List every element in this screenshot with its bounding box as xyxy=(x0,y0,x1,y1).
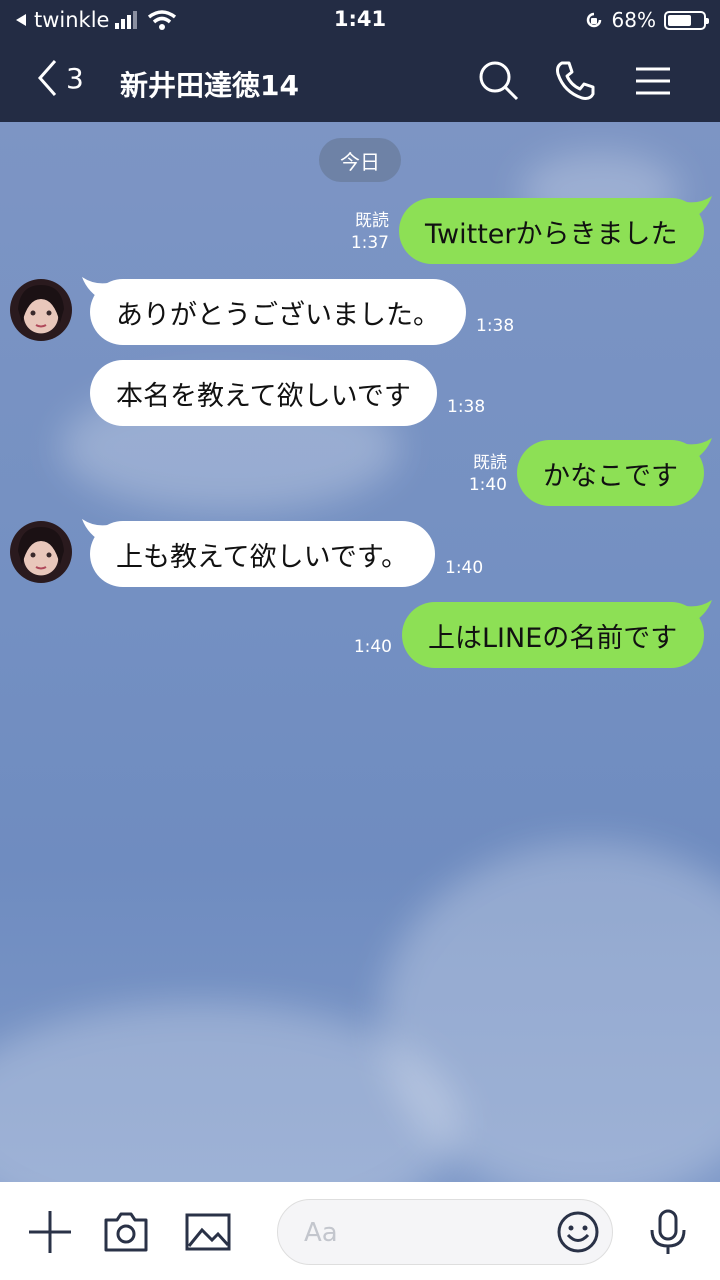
chat-area[interactable]: 今日 Twitterからきました 既読 1:37 ありがとうございました。 1:38 本名… xyxy=(0,122,720,1182)
avatar-face-icon xyxy=(18,285,64,328)
message-time: 1:40 xyxy=(468,475,507,495)
date-divider: 今日 xyxy=(319,138,401,182)
contact-avatar[interactable] xyxy=(10,521,72,583)
incoming-message[interactable]: 上も教えて欲しいです。 xyxy=(90,521,435,587)
message-time: 1:40 xyxy=(445,558,484,578)
message-meta: 1:38 xyxy=(476,315,514,337)
battery-fill xyxy=(668,14,691,26)
phone-icon[interactable] xyxy=(552,58,598,104)
contact-avatar[interactable] xyxy=(10,279,72,341)
image-icon[interactable] xyxy=(184,1208,232,1256)
message-meta: 既読 1:40 xyxy=(469,452,507,496)
bubble-tail xyxy=(686,196,712,220)
battery-percent: 68% xyxy=(611,8,656,32)
plus-icon[interactable] xyxy=(26,1208,74,1256)
status-bar: twinkle 1:41 68% xyxy=(0,0,720,40)
unread-count: 3 xyxy=(66,61,84,95)
message-input-container[interactable] xyxy=(277,1199,613,1265)
message-meta: 既読 1:37 xyxy=(351,210,389,254)
read-receipt: 既読 xyxy=(473,453,507,473)
background-cloud xyxy=(380,842,720,1182)
message-time: 1:38 xyxy=(476,316,515,336)
incoming-message[interactable]: ありがとうございました。 xyxy=(90,279,466,345)
message-time: 1:38 xyxy=(447,397,486,417)
orientation-lock-icon xyxy=(586,12,601,28)
outgoing-message[interactable]: 上はLINEの名前です xyxy=(402,602,704,668)
incoming-message[interactable]: 本名を教えて欲しいです xyxy=(90,360,437,426)
back-button[interactable]: 3 xyxy=(36,58,84,98)
outgoing-message[interactable]: かなこです xyxy=(517,440,704,506)
bubble-tail xyxy=(82,519,108,543)
outgoing-message[interactable]: Twitterからきました xyxy=(399,198,704,264)
message-time: 1:40 xyxy=(353,637,392,657)
bubble-tail xyxy=(82,277,108,301)
top-bar: twinkle 1:41 68% 3 新井田達徳14 xyxy=(0,0,720,122)
back-icon xyxy=(37,60,57,96)
message-meta: 1:40 xyxy=(445,557,483,579)
mic-icon[interactable] xyxy=(644,1208,692,1256)
chat-title: 新井田達徳14 xyxy=(120,69,299,102)
read-receipt: 既読 xyxy=(355,211,389,231)
battery-icon xyxy=(664,10,709,30)
menu-icon[interactable] xyxy=(630,58,676,104)
emoji-icon[interactable] xyxy=(556,1210,600,1254)
message-meta: 1:38 xyxy=(447,396,485,418)
bubble-tail xyxy=(686,600,712,624)
chat-header: 3 新井田達徳14 xyxy=(0,40,720,122)
camera-icon[interactable] xyxy=(102,1208,150,1256)
message-input[interactable] xyxy=(302,1214,546,1252)
search-icon[interactable] xyxy=(476,58,522,104)
message-meta: 1:40 xyxy=(354,636,392,658)
bubble-tail xyxy=(686,438,712,462)
message-time: 1:37 xyxy=(350,233,389,253)
input-bar xyxy=(0,1182,720,1280)
avatar-face-icon xyxy=(18,527,64,570)
